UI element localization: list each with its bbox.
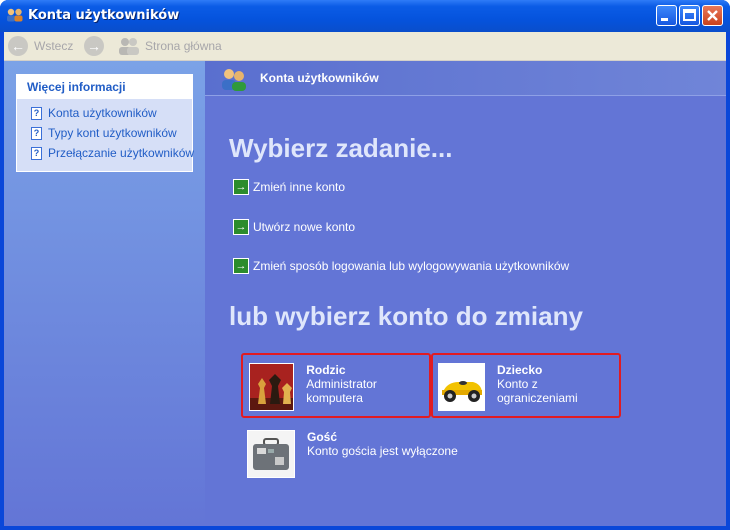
back-arrow-icon: ← [8,36,28,56]
pick-task-heading: Wybierz zadanie... [229,133,453,163]
users-home-icon [119,38,139,55]
yellow-toy-car-picture [438,363,485,411]
help-topic-icon: ? [31,126,42,140]
back-button[interactable]: ← Wstecz [8,35,73,57]
home-button-label: Strona główna [145,39,222,53]
close-button[interactable] [702,5,723,26]
forward-arrow-icon: → [84,36,104,56]
task-label: Zmień sposób logowania lub wylogowywania… [253,259,570,273]
link-account-types[interactable]: ? Typy kont użytkowników [31,125,177,141]
account-name: Dziecko [497,363,543,377]
green-arrow-icon: → [233,258,249,274]
green-arrow-icon: → [233,179,249,195]
link-user-accounts[interactable]: ? Konta użytkowników [31,105,157,121]
close-icon [707,10,718,21]
link-label: Typy kont użytkowników [48,126,177,140]
account-dziecko[interactable]: Dziecko Konto z ograniczeniami [431,353,621,418]
help-topic-icon: ? [31,146,42,160]
account-type: Konto gościa jest wyłączone [307,444,458,458]
task-label: Zmień inne konto [253,180,346,194]
task-create-account[interactable]: → Utwórz nowe konto [233,219,355,235]
account-info: Dziecko Konto z ograniczeniami [497,363,619,405]
title-bar[interactable]: Konta użytkowników [0,0,730,32]
back-button-label: Wstecz [34,39,74,53]
user-accounts-icon [222,69,246,91]
link-switch-users[interactable]: ? Przełączanie użytkowników [31,145,194,161]
account-name: Gość [307,430,338,444]
minimize-icon [661,18,668,21]
account-info: Rodzic Administrator komputera [306,363,429,405]
task-change-logon[interactable]: → Zmień sposób logowania lub wylogowywan… [233,258,569,274]
panel-title: Więcej informacji [17,75,192,99]
task-label: Utwórz nowe konto [253,220,356,234]
forward-button[interactable]: → [84,35,104,57]
account-rodzic[interactable]: Rodzic Administrator komputera [241,353,431,418]
account-gosc[interactable]: Gość Konto gościa jest wyłączone [247,430,477,482]
maximize-icon [683,9,696,21]
content-area: Konta użytkowników Wybierz zadanie... → … [205,61,726,526]
account-type: Administrator komputera [306,377,377,405]
more-info-panel: Więcej informacji ? Konta użytkowników ?… [16,74,194,172]
account-info: Gość Konto gościa jest wyłączone [307,430,458,458]
link-label: Konta użytkowników [48,106,157,120]
link-label: Przełączanie użytkowników [48,146,195,160]
help-topic-icon: ? [31,106,42,120]
app-window: Konta użytkowników ← Wstecz → Strona głó… [0,0,730,530]
home-button[interactable]: Strona główna [117,35,222,57]
task-pane: Więcej informacji ? Konta użytkowników ?… [4,61,205,526]
account-name: Rodzic [306,363,346,377]
users-app-icon [7,8,23,22]
account-type: Konto z ograniczeniami [497,377,578,405]
content-title: Konta użytkowników [260,71,379,85]
maximize-button[interactable] [679,5,700,26]
suitcase-picture [247,430,295,478]
minimize-button[interactable] [656,5,677,26]
pick-account-heading: lub wybierz konto do zmiany [229,301,583,331]
green-arrow-icon: → [233,219,249,235]
chess-pieces-picture [249,363,295,411]
task-change-account[interactable]: → Zmień inne konto [233,179,345,195]
navigation-toolbar: ← Wstecz → Strona główna [4,32,726,61]
window-title: Konta użytkowników [28,8,180,23]
content-header: Konta użytkowników [205,61,726,96]
